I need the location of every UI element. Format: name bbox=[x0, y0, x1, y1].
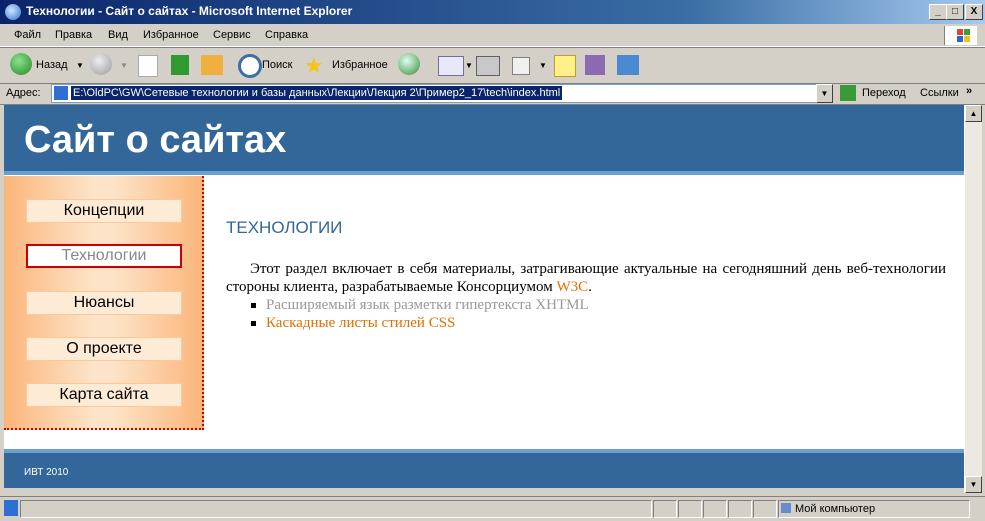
site-header: Сайт о сайтах bbox=[4, 105, 964, 175]
intro-end: . bbox=[588, 279, 592, 295]
home-icon[interactable] bbox=[201, 55, 223, 75]
page-status-icon bbox=[4, 500, 18, 516]
status-cell-5 bbox=[753, 500, 777, 518]
history-icon[interactable] bbox=[398, 53, 420, 75]
favorites-button[interactable]: Избранное bbox=[332, 59, 388, 71]
search-icon[interactable] bbox=[238, 54, 262, 78]
page-viewport: Сайт о сайтах Концепции Технологии Нюанс… bbox=[4, 105, 964, 488]
site-title: Сайт о сайтах bbox=[24, 119, 287, 161]
intro-paragraph: Этот раздел включает в себя материалы, з… bbox=[226, 260, 946, 296]
tech-list: Расширяемый язык разметки гипертекста XH… bbox=[251, 296, 589, 332]
links-button[interactable]: Ссылки bbox=[920, 87, 959, 99]
address-dropdown-icon[interactable]: ▼ bbox=[816, 84, 833, 103]
menu-bar: Файл Правка Вид Избранное Сервис Справка bbox=[0, 24, 985, 47]
main-content: ТЕХНОЛОГИИ Этот раздел включает в себя м… bbox=[226, 218, 946, 331]
nav-about[interactable]: О проекте bbox=[26, 337, 182, 361]
window-title: Технологии - Сайт о сайтах - Microsoft I… bbox=[26, 4, 353, 18]
list-item-xhtml[interactable]: Расширяемый язык разметки гипертекста XH… bbox=[251, 296, 589, 314]
menu-help[interactable]: Справка bbox=[265, 29, 308, 41]
vertical-scrollbar[interactable]: ▲ ▼ bbox=[964, 105, 982, 493]
scroll-up-icon[interactable]: ▲ bbox=[965, 105, 982, 122]
research-icon[interactable] bbox=[585, 55, 605, 75]
maximize-button[interactable]: □ bbox=[946, 4, 964, 20]
sidebar-nav: Концепции Технологии Нюансы О проекте Ка… bbox=[4, 176, 204, 430]
status-bar: Мой компьютер bbox=[0, 496, 985, 521]
zone-label: Мой компьютер bbox=[795, 503, 876, 515]
address-url[interactable]: E:\OldPC\GW\Сетевые технологии и базы да… bbox=[71, 86, 563, 100]
nav-nuances[interactable]: Нюансы bbox=[26, 291, 182, 315]
computer-icon bbox=[781, 503, 791, 513]
menu-tools[interactable]: Сервис bbox=[213, 29, 251, 41]
internet-explorer-icon[interactable] bbox=[5, 4, 21, 20]
forward-arrow-icon[interactable] bbox=[90, 53, 112, 75]
page-heading: ТЕХНОЛОГИИ bbox=[226, 218, 343, 237]
nav-technologies[interactable]: Технологии bbox=[26, 244, 182, 268]
forward-dropdown-icon[interactable]: ▼ bbox=[120, 61, 128, 70]
status-cell-3 bbox=[703, 500, 727, 518]
toolbar: Назад ▼ ▼ Поиск ★ Избранное ▼ ▼ bbox=[0, 47, 985, 84]
menu-edit[interactable]: Правка bbox=[55, 29, 92, 41]
list-item-css[interactable]: Каскадные листы стилей CSS bbox=[251, 314, 589, 332]
windows-logo-icon bbox=[944, 26, 977, 45]
page-icon bbox=[54, 86, 68, 100]
status-cell-2 bbox=[678, 500, 702, 518]
status-cell-4 bbox=[728, 500, 752, 518]
menu-file[interactable]: Файл bbox=[14, 29, 41, 41]
mail-dropdown-icon[interactable]: ▼ bbox=[465, 61, 473, 70]
title-bar: Технологии - Сайт о сайтах - Microsoft I… bbox=[0, 0, 985, 24]
back-button[interactable]: Назад bbox=[36, 59, 68, 71]
links-chevron-icon[interactable]: » bbox=[966, 85, 972, 97]
back-arrow-icon[interactable] bbox=[10, 53, 32, 75]
address-bar: Адрес: E:\OldPC\GW\Сетевые технологии и … bbox=[0, 82, 985, 105]
minimize-button[interactable]: _ bbox=[929, 4, 947, 20]
discuss-icon[interactable] bbox=[554, 55, 576, 77]
favorites-star-icon[interactable]: ★ bbox=[304, 53, 324, 79]
edit-dropdown-icon[interactable]: ▼ bbox=[539, 61, 547, 70]
address-label: Адрес: bbox=[6, 87, 41, 99]
search-button[interactable]: Поиск bbox=[262, 59, 292, 71]
refresh-icon[interactable] bbox=[171, 55, 189, 75]
status-main-cell bbox=[20, 500, 652, 518]
mail-icon[interactable] bbox=[438, 56, 464, 76]
w3c-link[interactable]: W3C bbox=[556, 279, 588, 295]
print-icon[interactable] bbox=[476, 56, 500, 76]
stop-icon[interactable] bbox=[138, 55, 158, 77]
nav-concepts[interactable]: Концепции bbox=[26, 199, 182, 223]
footer-text: ИВТ 2010 bbox=[24, 467, 69, 478]
site-footer: ИВТ 2010 bbox=[4, 449, 964, 488]
close-button[interactable]: X bbox=[965, 4, 983, 20]
address-input[interactable]: E:\OldPC\GW\Сетевые технологии и базы да… bbox=[51, 84, 833, 103]
nav-sitemap[interactable]: Карта сайта bbox=[26, 383, 182, 407]
status-cell-1 bbox=[653, 500, 677, 518]
menu-favorites[interactable]: Избранное bbox=[143, 29, 199, 41]
go-button[interactable]: Переход bbox=[862, 87, 906, 99]
menu-view[interactable]: Вид bbox=[108, 29, 128, 41]
scroll-down-icon[interactable]: ▼ bbox=[965, 476, 982, 493]
go-arrow-icon[interactable] bbox=[840, 85, 856, 101]
edit-icon[interactable] bbox=[512, 57, 530, 75]
back-dropdown-icon[interactable]: ▼ bbox=[76, 61, 84, 70]
messenger-icon[interactable] bbox=[617, 55, 639, 75]
